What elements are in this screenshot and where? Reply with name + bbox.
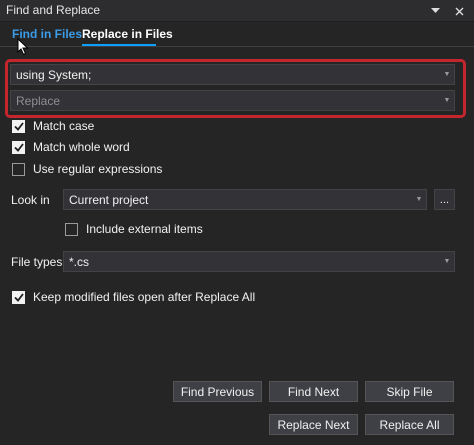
- include-external-option[interactable]: Include external items: [65, 222, 203, 236]
- chevron-down-icon: [430, 8, 440, 13]
- tab-replace-in-files[interactable]: Replace in Files: [82, 25, 173, 45]
- replace-all-button[interactable]: Replace All: [365, 414, 454, 435]
- browse-button[interactable]: ...: [434, 189, 455, 210]
- match-case-option[interactable]: Match case: [12, 119, 94, 133]
- checkmark-icon: [13, 292, 24, 302]
- look-in-value: Current project: [69, 192, 149, 207]
- chevron-down-icon[interactable]: ▼: [440, 71, 454, 78]
- include-external-label: Include external items: [86, 222, 203, 236]
- close-button[interactable]: [451, 4, 467, 18]
- keep-modified-label: Keep modified files open after Replace A…: [33, 290, 256, 304]
- tabs-divider: [0, 46, 474, 47]
- include-external-checkbox[interactable]: [65, 222, 78, 236]
- mouse-cursor-icon: [17, 38, 29, 56]
- chevron-down-icon[interactable]: ▼: [440, 97, 454, 104]
- checkmark-icon: [13, 121, 24, 131]
- window-dropdown-button[interactable]: [427, 4, 443, 18]
- regex-option[interactable]: Use regular expressions: [12, 162, 162, 176]
- look-in-label: Look in: [11, 193, 50, 207]
- replace-input[interactable]: Replace: [16, 94, 440, 108]
- find-input[interactable]: using System;: [16, 68, 440, 82]
- checkmark-icon: [13, 142, 24, 152]
- match-case-label: Match case: [33, 119, 95, 133]
- file-types-value[interactable]: *.cs: [69, 255, 440, 269]
- whole-word-label: Match whole word: [33, 140, 130, 154]
- replace-next-button[interactable]: Replace Next: [269, 414, 358, 435]
- keep-modified-option[interactable]: Keep modified files open after Replace A…: [12, 290, 255, 304]
- file-types-combo[interactable]: *.cs ▼: [63, 251, 455, 272]
- whole-word-option[interactable]: Match whole word: [12, 140, 130, 154]
- match-case-checkbox[interactable]: [12, 119, 25, 133]
- chevron-down-icon[interactable]: ▼: [412, 196, 426, 203]
- find-next-button[interactable]: Find Next: [269, 381, 358, 402]
- find-combo[interactable]: using System; ▼: [10, 64, 455, 85]
- regex-label: Use regular expressions: [33, 162, 163, 176]
- window-title: Find and Replace: [6, 3, 101, 17]
- regex-checkbox[interactable]: [12, 162, 25, 176]
- file-types-label: File types: [11, 255, 63, 269]
- keep-modified-checkbox[interactable]: [12, 290, 25, 304]
- skip-file-button[interactable]: Skip File: [365, 381, 454, 402]
- find-previous-button[interactable]: Find Previous: [173, 381, 262, 402]
- look-in-combo[interactable]: Current project ▼: [63, 189, 427, 210]
- close-icon: [455, 7, 463, 15]
- chevron-down-icon[interactable]: ▼: [440, 258, 454, 265]
- whole-word-checkbox[interactable]: [12, 140, 25, 154]
- replace-combo[interactable]: Replace ▼: [10, 90, 455, 111]
